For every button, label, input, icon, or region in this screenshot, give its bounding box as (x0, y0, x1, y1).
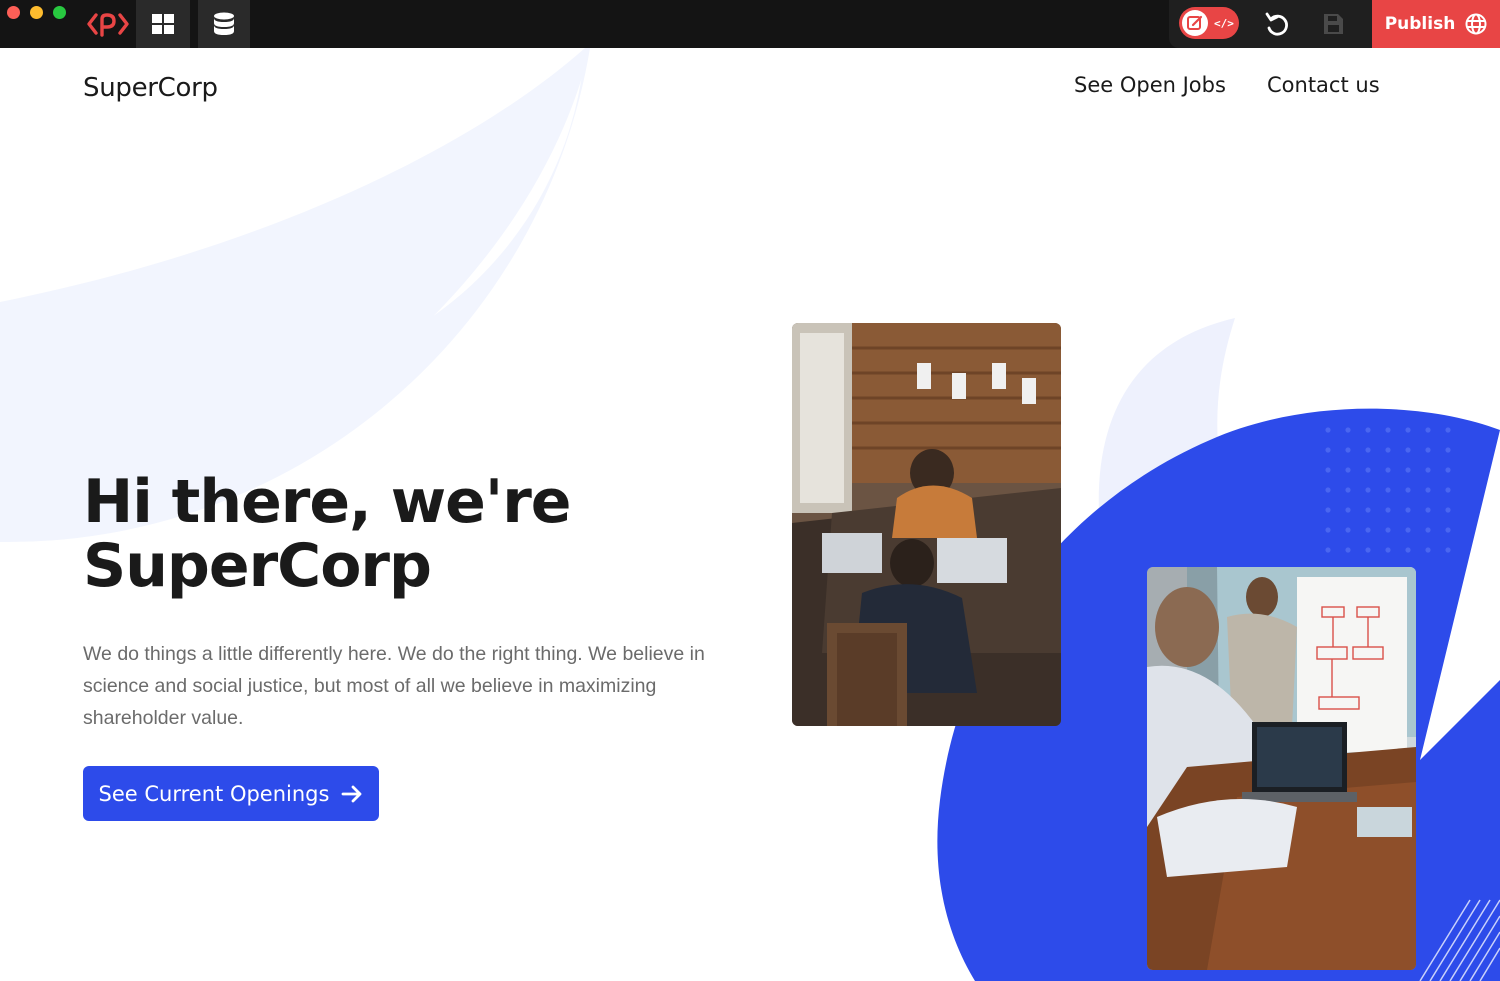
nav-contact-us[interactable]: Contact us (1267, 73, 1380, 97)
team-meeting-photo (792, 323, 1061, 726)
publish-label: Publish (1384, 14, 1456, 34)
hero-title: Hi there, we're SuperCorp (83, 470, 723, 598)
cta-label: See Current Openings (98, 781, 330, 806)
code-icon: </> (1214, 16, 1234, 30)
site-brand[interactable]: SuperCorp (83, 73, 218, 103)
edit-code-mode-toggle[interactable]: </> (1179, 7, 1239, 39)
hero-title-line-1: Hi there, we're (83, 467, 571, 537)
nav-see-open-jobs[interactable]: See Open Jobs (1074, 73, 1226, 97)
hero-title-line-2: SuperCorp (83, 531, 432, 601)
window-close-button[interactable] (7, 6, 20, 19)
edit-icon (1182, 10, 1208, 36)
window-minimize-button[interactable] (30, 6, 43, 19)
grid-layout-icon[interactable] (136, 0, 190, 48)
whiteboard-meeting-photo (1147, 567, 1416, 970)
arrow-right-icon (342, 785, 362, 802)
publish-button[interactable]: Publish (1372, 0, 1500, 48)
see-current-openings-button[interactable]: See Current Openings (83, 766, 379, 821)
undo-icon[interactable] (1263, 10, 1291, 38)
database-icon[interactable] (198, 0, 250, 48)
editor-toolbar: </> Publish (0, 0, 1500, 48)
globe-icon (1465, 13, 1487, 35)
code-brackets-logo-icon[interactable] (82, 0, 134, 48)
hero-subtitle: We do things a little differently here. … (83, 643, 705, 729)
window-zoom-button[interactable] (53, 6, 66, 19)
save-icon[interactable] (1320, 11, 1346, 37)
